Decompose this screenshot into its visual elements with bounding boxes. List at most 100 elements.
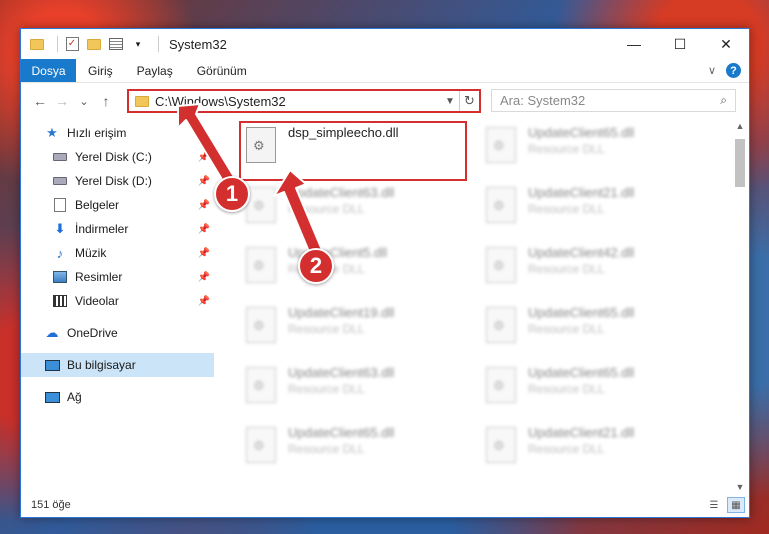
status-bar: 151 öğe ☰ ▦ xyxy=(21,493,749,517)
file-tile[interactable]: ⚙ UpdateClient19.dll Resource DLL xyxy=(236,301,466,351)
search-icon[interactable]: ⌕ xyxy=(720,93,727,108)
download-icon: ⬇ xyxy=(54,221,66,236)
folder-icon[interactable] xyxy=(29,36,45,52)
file-tile[interactable]: ⚙ UpdateClient65.dll Resource DLL xyxy=(476,301,706,351)
up-button[interactable]: ↑ xyxy=(95,90,117,112)
dll-file-icon: ⚙ xyxy=(246,427,276,463)
pin-icon[interactable]: 📌 xyxy=(198,152,210,163)
file-type: Resource DLL xyxy=(528,142,605,156)
dll-file-icon: ⚙ xyxy=(246,367,276,403)
file-tile[interactable]: ⚙ UpdateClient63.dll Resource DLL xyxy=(236,361,466,411)
star-icon: ★ xyxy=(46,125,58,140)
dll-file-icon: ⚙ xyxy=(246,247,276,283)
file-name: UpdateClient65.dll xyxy=(528,305,635,320)
dll-file-icon: ⚙ xyxy=(486,427,516,463)
details-view-icon[interactable]: ☰ xyxy=(705,497,723,513)
tab-file[interactable]: Dosya xyxy=(21,59,76,82)
expand-ribbon-icon[interactable]: ∨ xyxy=(708,64,716,77)
file-name: UpdateClient65.dll xyxy=(528,125,635,140)
sidebar-item-label: OneDrive xyxy=(67,326,118,340)
sidebar-item-label: Resimler xyxy=(75,270,123,284)
customize-toolbar-icon[interactable]: ▾ xyxy=(130,36,146,52)
divider xyxy=(57,36,58,52)
file-tile[interactable]: ⚙ UpdateClient21.dll Resource DLL xyxy=(476,181,706,231)
forward-button[interactable]: → xyxy=(51,90,73,112)
sidebar-item-network[interactable]: Ağ xyxy=(21,385,214,409)
window-controls: — ☐ ✕ xyxy=(611,29,749,59)
pin-icon[interactable]: 📌 xyxy=(198,224,210,235)
file-name: UpdateClient65.dll xyxy=(288,425,395,440)
file-name: UpdateClient19.dll xyxy=(288,305,395,320)
file-name: UpdateClient65.dll xyxy=(528,365,635,380)
sidebar-item-label: Videolar xyxy=(75,294,119,308)
file-type: Resource DLL xyxy=(528,382,605,396)
document-icon xyxy=(51,197,69,213)
pin-icon[interactable]: 📌 xyxy=(198,200,210,211)
sidebar-item-label: İndirmeler xyxy=(75,222,129,236)
pictures-icon xyxy=(51,269,69,285)
file-name: UpdateClient42.dll xyxy=(528,245,635,260)
file-name: UpdateClient21.dll xyxy=(528,185,635,200)
file-tile[interactable]: ⚙ UpdateClient5.dllResource DLL xyxy=(236,241,466,291)
sidebar-item-this-pc[interactable]: Bu bilgisayar xyxy=(21,353,214,377)
window-title: System32 xyxy=(169,36,227,52)
sidebar-item-quick-access[interactable]: ★ Hızlı erişim xyxy=(21,121,214,145)
file-type: Resource DLL xyxy=(288,322,365,336)
tiles-view-icon[interactable]: ▦ xyxy=(727,497,745,513)
scroll-up-icon[interactable]: ▲ xyxy=(733,121,747,135)
file-type: Resource DLL xyxy=(288,442,365,456)
address-path[interactable]: C:\Windows\System32 xyxy=(155,94,441,109)
vertical-scrollbar[interactable]: ▲ ▼ xyxy=(733,121,747,496)
help-icon[interactable]: ? xyxy=(726,63,741,78)
file-tile[interactable]: ⚙ UpdateClient42.dll Resource DLL xyxy=(476,241,706,291)
tab-home[interactable]: Giriş xyxy=(76,59,125,82)
sidebar-item-documents[interactable]: Belgeler 📌 xyxy=(21,193,214,217)
videos-icon xyxy=(51,293,69,309)
maximize-button[interactable]: ☐ xyxy=(657,29,703,59)
close-button[interactable]: ✕ xyxy=(703,29,749,59)
pin-icon[interactable]: 📌 xyxy=(198,272,210,283)
sidebar-item-pictures[interactable]: Resimler 📌 xyxy=(21,265,214,289)
address-bar[interactable]: C:\Windows\System32 ▼ ↻ xyxy=(127,89,481,113)
file-name: UpdateClient21.dll xyxy=(528,425,635,440)
minimize-button[interactable]: — xyxy=(611,29,657,59)
file-tile[interactable]: ⚙ UpdateClient65.dll Resource DLL xyxy=(236,421,466,471)
cloud-icon: ☁ xyxy=(45,325,59,340)
sidebar-item-label: Bu bilgisayar xyxy=(67,358,136,372)
sidebar-item-label: Yerel Disk (C:) xyxy=(75,150,152,164)
file-type: Resource DLL xyxy=(528,322,605,336)
pin-icon[interactable]: 📌 xyxy=(198,248,210,259)
back-button[interactable]: ← xyxy=(29,90,51,112)
dll-file-icon: ⚙ xyxy=(486,247,516,283)
pin-icon[interactable]: 📌 xyxy=(198,176,210,187)
sidebar-item-videos[interactable]: Videolar 📌 xyxy=(21,289,214,313)
sidebar-item-onedrive[interactable]: ☁ OneDrive xyxy=(21,321,214,345)
sidebar-item-label: Hızlı erişim xyxy=(67,126,127,140)
file-type: Resource DLL xyxy=(528,202,605,216)
tab-share[interactable]: Paylaş xyxy=(125,59,185,82)
file-tile[interactable]: ⚙ UpdateClient65.dll Resource DLL xyxy=(476,121,706,171)
step-badge-2: 2 xyxy=(298,248,334,284)
file-tile[interactable]: ⚙ UpdateClient21.dll Resource DLL xyxy=(476,421,706,471)
sidebar-item-downloads[interactable]: ⬇ İndirmeler 📌 xyxy=(21,217,214,241)
sidebar-item-local-disk-d[interactable]: Yerel Disk (D:) 📌 xyxy=(21,169,214,193)
sidebar-item-label: Yerel Disk (D:) xyxy=(75,174,152,188)
file-type: Resource DLL xyxy=(288,202,365,216)
sidebar-item-local-disk-c[interactable]: Yerel Disk (C:) 📌 xyxy=(21,145,214,169)
file-tile[interactable]: ⚙ UpdateClient65.dll Resource DLL xyxy=(476,361,706,411)
new-folder-icon[interactable] xyxy=(86,36,102,52)
chevron-down-icon[interactable]: ▼ xyxy=(441,96,459,107)
quick-access-toolbar-icon[interactable] xyxy=(108,36,124,52)
pin-icon[interactable]: 📌 xyxy=(198,296,210,307)
ribbon-tabs: Dosya Giriş Paylaş Görünüm ∨ ? xyxy=(21,59,749,83)
recent-locations-button[interactable]: ⌄ xyxy=(73,90,95,112)
tab-view[interactable]: Görünüm xyxy=(185,59,259,82)
file-tile[interactable]: ⚙ UpdateClient63.dll Resource DLL xyxy=(236,181,466,231)
dll-file-icon: ⚙ xyxy=(246,307,276,343)
sidebar-item-music[interactable]: ♪ Müzik 📌 xyxy=(21,241,214,265)
search-input[interactable]: Ara: System32 ⌕ xyxy=(491,89,736,112)
properties-check-icon[interactable]: ✓ xyxy=(64,36,80,52)
scrollbar-thumb[interactable] xyxy=(735,139,745,187)
network-icon xyxy=(43,389,61,405)
refresh-icon[interactable]: ↻ xyxy=(459,91,479,111)
